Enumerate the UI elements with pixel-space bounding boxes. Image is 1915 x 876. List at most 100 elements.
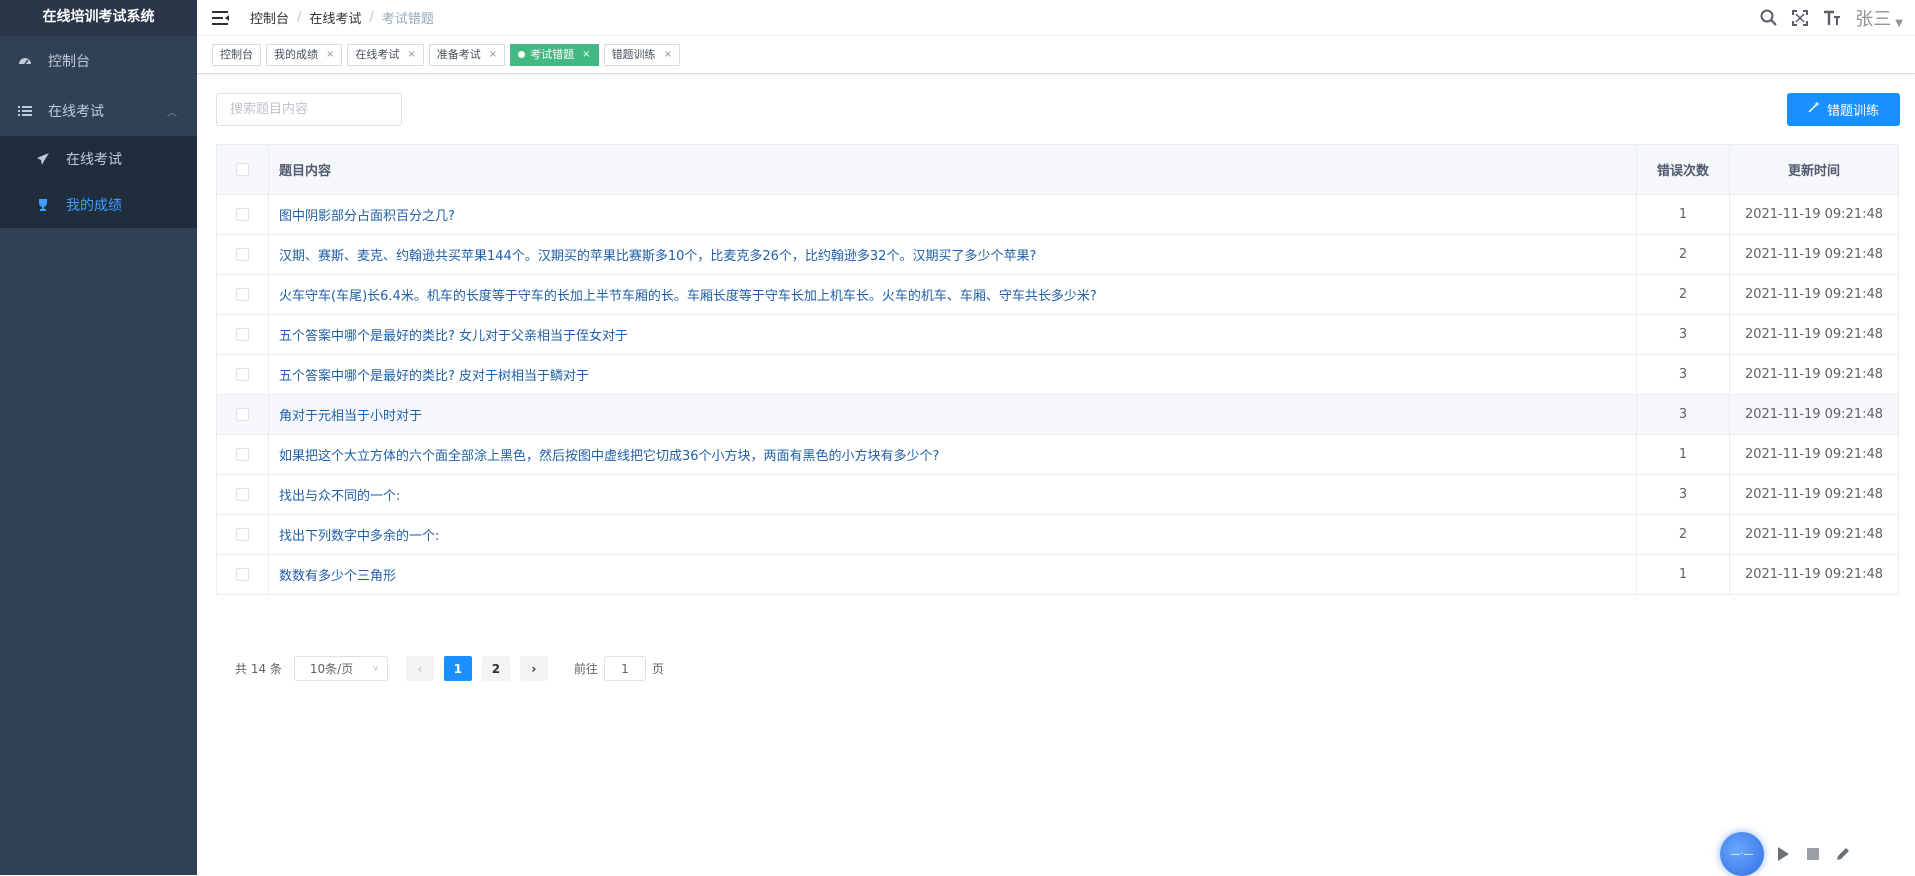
tag-label: 准备考试	[436, 47, 481, 61]
tag-my-scores[interactable]: 我的成绩 ×	[266, 43, 343, 66]
question-title[interactable]: 找出下列数字中多余的一个:	[268, 514, 1637, 555]
tag-label: 控制台	[220, 47, 253, 61]
sidebar-item-dashboard[interactable]: 控制台	[0, 36, 197, 86]
pencil-icon[interactable]	[1832, 843, 1854, 865]
user-dropdown[interactable]: 张三 ▼	[1855, 5, 1903, 31]
close-icon[interactable]: ×	[489, 45, 497, 65]
close-icon[interactable]: ×	[664, 45, 672, 65]
page-button[interactable]: 1	[443, 656, 472, 681]
sidebar-item-label: 控制台	[48, 54, 90, 70]
recorder-widget: —·—	[1720, 832, 1900, 876]
stop-icon[interactable]	[1802, 843, 1824, 865]
button-label: 错题训练	[1826, 103, 1879, 119]
row-checkbox[interactable]	[236, 208, 249, 221]
hamburger-icon[interactable]	[212, 8, 232, 28]
mistake-count: 1	[1636, 434, 1730, 475]
play-icon[interactable]	[1772, 843, 1794, 865]
update-time: 2021-11-19 09:21:48	[1729, 274, 1899, 315]
table-row[interactable]: 火车守车(车尾)长6.4米。机车的长度等于守车的长加上半节车厢的长。车厢长度等于…	[216, 274, 1899, 315]
row-checkbox[interactable]	[236, 528, 249, 541]
row-select-cell	[216, 434, 269, 475]
row-checkbox[interactable]	[236, 448, 249, 461]
table-row[interactable]: 数数有多少个三角形 1 2021-11-19 09:21:48	[216, 554, 1899, 595]
question-title[interactable]: 五个答案中哪个是最好的类比? 皮对于树相当于鳞对于	[268, 354, 1637, 395]
pagination: 共 14 条 10条/页 ∨ ‹ 1 2 › 前往 页	[235, 656, 664, 681]
breadcrumb-separator: /	[369, 10, 374, 25]
table-row[interactable]: 角对于元相当于小时对于 3 2021-11-19 09:21:48	[216, 394, 1899, 435]
mistake-count: 1	[1636, 194, 1730, 235]
update-time: 2021-11-19 09:21:48	[1729, 434, 1899, 475]
text-size-icon[interactable]	[1821, 7, 1843, 29]
tag-prepare-exam[interactable]: 准备考试 ×	[428, 43, 506, 66]
close-icon[interactable]: ×	[326, 45, 334, 65]
close-icon[interactable]: ×	[407, 45, 415, 65]
search-input[interactable]	[216, 92, 402, 126]
right-menu: 张三 ▼	[1747, 5, 1903, 31]
tag-online-exam[interactable]: 在线考试 ×	[347, 43, 424, 66]
goto-suffix: 页	[651, 662, 664, 676]
question-title[interactable]: 数数有多少个三角形	[268, 554, 1637, 595]
row-select-cell	[216, 514, 269, 555]
goto-page-input[interactable]	[603, 656, 646, 681]
row-select-cell	[216, 274, 269, 315]
page-button[interactable]: 2	[481, 656, 510, 681]
content: 错题训练 题目内容 错误次数 更新时间 图中阴影部分占面积百分之几?12021-…	[197, 74, 1915, 681]
tag-label: 在线考试	[355, 47, 400, 61]
tag-label: 考试错题	[530, 47, 575, 61]
question-title[interactable]: 五个答案中哪个是最好的类比? 女儿对于父亲相当于侄女对于	[268, 314, 1637, 355]
mistake-count: 1	[1636, 554, 1730, 595]
caret-down-icon: ▼	[1895, 17, 1903, 29]
question-title[interactable]: 找出与众不同的一个:	[268, 474, 1637, 515]
select-all-cell	[216, 144, 269, 195]
question-title[interactable]: 如果把这个大立方体的六个面全部涂上黑色，然后按图中虚线把它切成36个小方块，两面…	[268, 434, 1637, 475]
table-row[interactable]: 找出下列数字中多余的一个: 2 2021-11-19 09:21:48	[216, 514, 1899, 555]
prev-page-button[interactable]: ‹	[405, 656, 434, 681]
row-checkbox[interactable]	[236, 248, 249, 261]
main: 控制台 / 在线考试 / 考试错题 张三 ▼ 控制台 我的成绩 × 在线考试 ×…	[197, 0, 1915, 875]
question-title[interactable]: 火车守车(车尾)长6.4米。机车的长度等于守车的长加上半节车厢的长。车厢长度等于…	[268, 274, 1637, 315]
row-checkbox[interactable]	[236, 408, 249, 421]
fullscreen-icon[interactable]	[1789, 7, 1811, 29]
table-row[interactable]: 五个答案中哪个是最好的类比? 女儿对于父亲相当于侄女对于 3 2021-11-19 …	[216, 314, 1899, 355]
sidebar-item-online-exam-group[interactable]: 在线考试 ︿	[0, 86, 197, 136]
row-checkbox[interactable]	[236, 488, 249, 501]
select-all-checkbox[interactable]	[236, 163, 249, 176]
tag-label: 我的成绩	[274, 47, 318, 61]
mistake-count: 3	[1636, 314, 1730, 355]
question-title[interactable]: 角对于元相当于小时对于	[268, 394, 1637, 435]
tag-mistake-training[interactable]: 错题训练 ×	[603, 43, 680, 66]
close-icon[interactable]: ×	[582, 45, 590, 65]
mistake-count: 3	[1636, 354, 1730, 395]
sidebar-item-online-exam[interactable]: 在线考试	[0, 136, 197, 182]
row-select-cell	[216, 394, 269, 435]
table-row[interactable]: 五个答案中哪个是最好的类比? 皮对于树相当于鳞对于 3 2021-11-19 09:…	[216, 354, 1899, 395]
next-page-button[interactable]: ›	[519, 656, 548, 681]
row-checkbox[interactable]	[236, 568, 249, 581]
recorder-status-icon[interactable]: —·—	[1720, 832, 1764, 876]
question-title[interactable]: 汉期、赛斯、麦克、约翰逊共买苹果144个。汉期买的苹果比赛斯多10个，比麦克多2…	[268, 234, 1637, 275]
tag-exam-mistakes[interactable]: 考试错题 ×	[510, 43, 599, 66]
tag-label: 错题训练	[611, 47, 656, 61]
breadcrumb-item[interactable]: 控制台	[250, 8, 289, 27]
user-name: 张三	[1855, 8, 1892, 30]
page-size-select[interactable]: 10条/页 ∨	[293, 656, 388, 681]
breadcrumb-item[interactable]: 在线考试	[309, 8, 361, 27]
active-dot-icon	[518, 51, 526, 58]
table-row[interactable]: 图中阴影部分占面积百分之几? 1 2021-11-19 09:21:48	[216, 194, 1899, 235]
submenu: 在线考试 我的成绩	[0, 136, 197, 228]
sidebar-item-my-scores[interactable]: 我的成绩	[0, 182, 197, 228]
question-title[interactable]: 图中阴影部分占面积百分之几?	[268, 194, 1637, 235]
table-row[interactable]: 如果把这个大立方体的六个面全部涂上黑色，然后按图中虚线把它切成36个小方块，两面…	[216, 434, 1899, 475]
tag-dashboard[interactable]: 控制台	[212, 43, 261, 66]
sidebar: 在线培训考试系统 控制台 在线考试 ︿ 在线考试 我的成绩	[0, 0, 197, 875]
table-row[interactable]: 汉期、赛斯、麦克、约翰逊共买苹果144个。汉期买的苹果比赛斯多10个，比麦克多2…	[216, 234, 1899, 275]
update-time: 2021-11-19 09:21:48	[1729, 554, 1899, 595]
table-row[interactable]: 找出与众不同的一个: 3 2021-11-19 09:21:48	[216, 474, 1899, 515]
mistake-training-button[interactable]: 错题训练	[1787, 92, 1900, 126]
row-checkbox[interactable]	[236, 288, 249, 301]
search-icon[interactable]	[1757, 7, 1779, 29]
row-checkbox[interactable]	[236, 328, 249, 341]
row-select-cell	[216, 234, 269, 275]
row-checkbox[interactable]	[236, 368, 249, 381]
row-select-cell	[216, 354, 269, 395]
